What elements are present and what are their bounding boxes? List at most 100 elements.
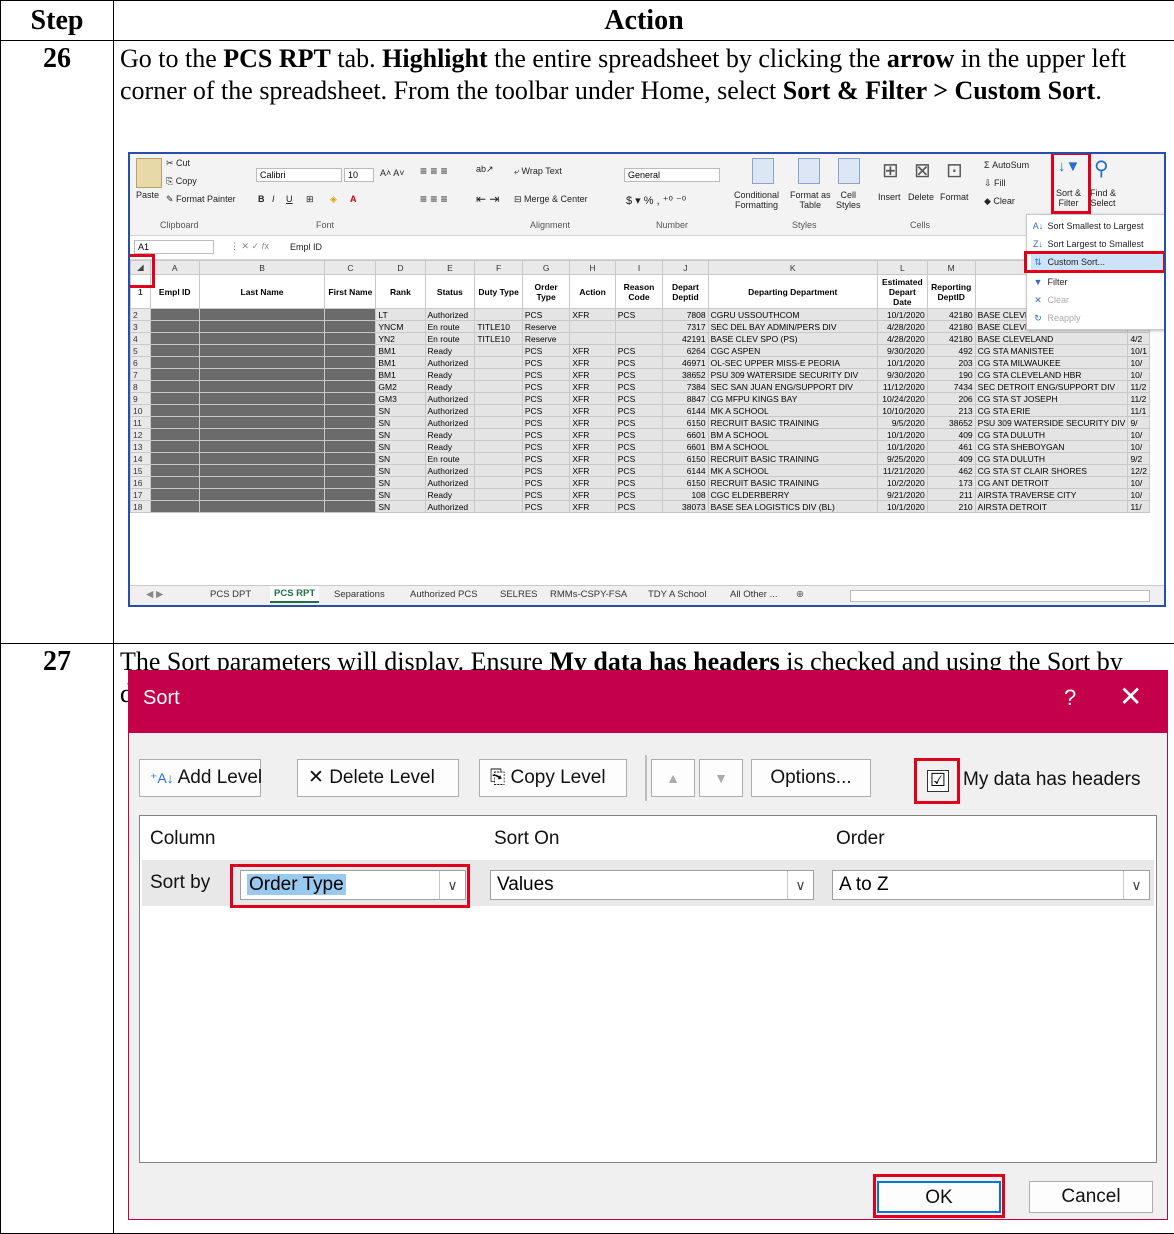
redacted-cell[interactable]: [150, 405, 199, 417]
italic-icon[interactable]: I: [272, 194, 275, 204]
wrap-text-button[interactable]: ⤶ Wrap Text: [514, 166, 562, 177]
table-cell[interactable]: PCS: [522, 489, 570, 501]
table-cell[interactable]: 10/: [1128, 441, 1150, 453]
row-number[interactable]: 5: [131, 345, 151, 357]
table-cell[interactable]: SN: [376, 477, 425, 489]
redacted-cell[interactable]: [199, 321, 325, 333]
table-cell[interactable]: 10/: [1128, 477, 1150, 489]
redacted-cell[interactable]: [325, 477, 376, 489]
row-number[interactable]: 10: [131, 405, 151, 417]
align-left-icon[interactable]: ≡ ≡ ≡: [420, 192, 448, 206]
table-cell[interactable]: 8847: [663, 393, 708, 405]
table-cell[interactable]: 38652: [663, 369, 708, 381]
table-cell[interactable]: [475, 429, 523, 441]
header-cell[interactable]: Empl ID: [150, 275, 199, 309]
table-cell[interactable]: 46971: [663, 357, 708, 369]
table-cell[interactable]: PCS: [522, 429, 570, 441]
redacted-cell[interactable]: [325, 405, 376, 417]
redacted-cell[interactable]: [325, 393, 376, 405]
fill-color-icon[interactable]: ◈: [330, 194, 337, 205]
fill-button[interactable]: ⇩ Fill: [984, 178, 1006, 189]
table-cell[interactable]: PCS: [522, 417, 570, 429]
redacted-cell[interactable]: [150, 393, 199, 405]
row-number[interactable]: 7: [131, 369, 151, 381]
redacted-cell[interactable]: [199, 393, 325, 405]
table-cell[interactable]: MK A SCHOOL: [708, 405, 877, 417]
table-cell[interactable]: RECRUIT BASIC TRAINING: [708, 477, 877, 489]
table-cell[interactable]: SN: [376, 405, 425, 417]
table-cell[interactable]: 10/1/2020: [877, 309, 927, 321]
table-cell[interactable]: GM3: [376, 393, 425, 405]
table-cell[interactable]: 461: [927, 441, 975, 453]
table-cell[interactable]: 10/: [1128, 489, 1150, 501]
search-icon[interactable]: ⚲: [1094, 156, 1109, 181]
table-cell[interactable]: [475, 405, 523, 417]
table-cell[interactable]: [615, 321, 662, 333]
table-cell[interactable]: CG STA CLEVELAND HBR: [975, 369, 1128, 381]
redacted-cell[interactable]: [150, 345, 199, 357]
table-cell[interactable]: PCS: [522, 477, 570, 489]
cut-button[interactable]: ✂ Cut: [166, 158, 190, 169]
options-button[interactable]: Options...: [751, 759, 871, 797]
redacted-cell[interactable]: [150, 357, 199, 369]
spreadsheet-grid[interactable]: ◢ABCDEFGHIJKLMN1Empl IDLast NameFirst Na…: [130, 260, 1150, 585]
table-cell[interactable]: PCS: [522, 405, 570, 417]
sheet-tab[interactable]: PCS DPT: [210, 589, 251, 600]
delete-icon[interactable]: ⊠: [914, 158, 931, 183]
horizontal-scrollbar[interactable]: [850, 590, 1150, 602]
font-color-icon[interactable]: A: [350, 194, 357, 204]
table-cell[interactable]: Authorized: [425, 393, 475, 405]
redacted-cell[interactable]: [199, 501, 325, 513]
table-cell[interactable]: PCS: [615, 309, 662, 321]
column-letter[interactable]: H: [570, 261, 615, 275]
add-level-button[interactable]: ⁺A↓ Add Level: [139, 759, 261, 797]
table-cell[interactable]: [475, 309, 523, 321]
table-cell[interactable]: PCS: [522, 345, 570, 357]
redacted-cell[interactable]: [199, 441, 325, 453]
table-cell[interactable]: PCS: [615, 465, 662, 477]
table-cell[interactable]: [615, 333, 662, 345]
table-cell[interactable]: BM A SCHOOL: [708, 441, 877, 453]
table-cell[interactable]: Authorized: [425, 309, 475, 321]
table-cell[interactable]: 210: [927, 501, 975, 513]
table-cell[interactable]: 6264: [663, 345, 708, 357]
table-cell[interactable]: Ready: [425, 381, 475, 393]
redacted-cell[interactable]: [325, 381, 376, 393]
table-cell[interactable]: Ready: [425, 441, 475, 453]
table-cell[interactable]: XFR: [570, 417, 615, 429]
header-cell[interactable]: Reason Code: [615, 275, 662, 309]
delete-button[interactable]: Delete: [908, 192, 934, 202]
table-cell[interactable]: SN: [376, 501, 425, 513]
redacted-cell[interactable]: [199, 477, 325, 489]
table-cell[interactable]: 10/2/2020: [877, 477, 927, 489]
column-letter[interactable]: E: [425, 261, 475, 275]
table-cell[interactable]: [475, 477, 523, 489]
table-cell[interactable]: AIRSTA TRAVERSE CITY: [975, 489, 1128, 501]
table-cell[interactable]: 409: [927, 429, 975, 441]
redacted-cell[interactable]: [325, 441, 376, 453]
table-cell[interactable]: 11/2: [1128, 381, 1150, 393]
header-cell[interactable]: Estimated Depart Date: [877, 275, 927, 309]
row-number[interactable]: 18: [131, 501, 151, 513]
table-cell[interactable]: [475, 489, 523, 501]
paste-icon[interactable]: [136, 158, 162, 188]
table-cell[interactable]: CG STA SHEBOYGAN: [975, 441, 1128, 453]
delete-level-button[interactable]: ✕ Delete Level: [297, 759, 459, 797]
table-cell[interactable]: 42180: [927, 321, 975, 333]
table-cell[interactable]: [475, 393, 523, 405]
column-letter[interactable]: D: [376, 261, 425, 275]
header-cell[interactable]: First Name: [325, 275, 376, 309]
table-cell[interactable]: PCS: [522, 501, 570, 513]
paste-button[interactable]: Paste: [136, 190, 159, 200]
insert-icon[interactable]: ⊞: [882, 158, 899, 183]
sheet-tab[interactable]: SELRES: [500, 589, 538, 600]
table-cell[interactable]: LT: [376, 309, 425, 321]
table-cell[interactable]: YN2: [376, 333, 425, 345]
redacted-cell[interactable]: [325, 453, 376, 465]
table-cell[interactable]: [475, 465, 523, 477]
align-top-icon[interactable]: ≡ ≡ ≡: [420, 164, 448, 178]
table-cell[interactable]: 42180: [927, 333, 975, 345]
row-number[interactable]: 14: [131, 453, 151, 465]
table-cell[interactable]: PCS: [615, 429, 662, 441]
row-number[interactable]: 11: [131, 417, 151, 429]
